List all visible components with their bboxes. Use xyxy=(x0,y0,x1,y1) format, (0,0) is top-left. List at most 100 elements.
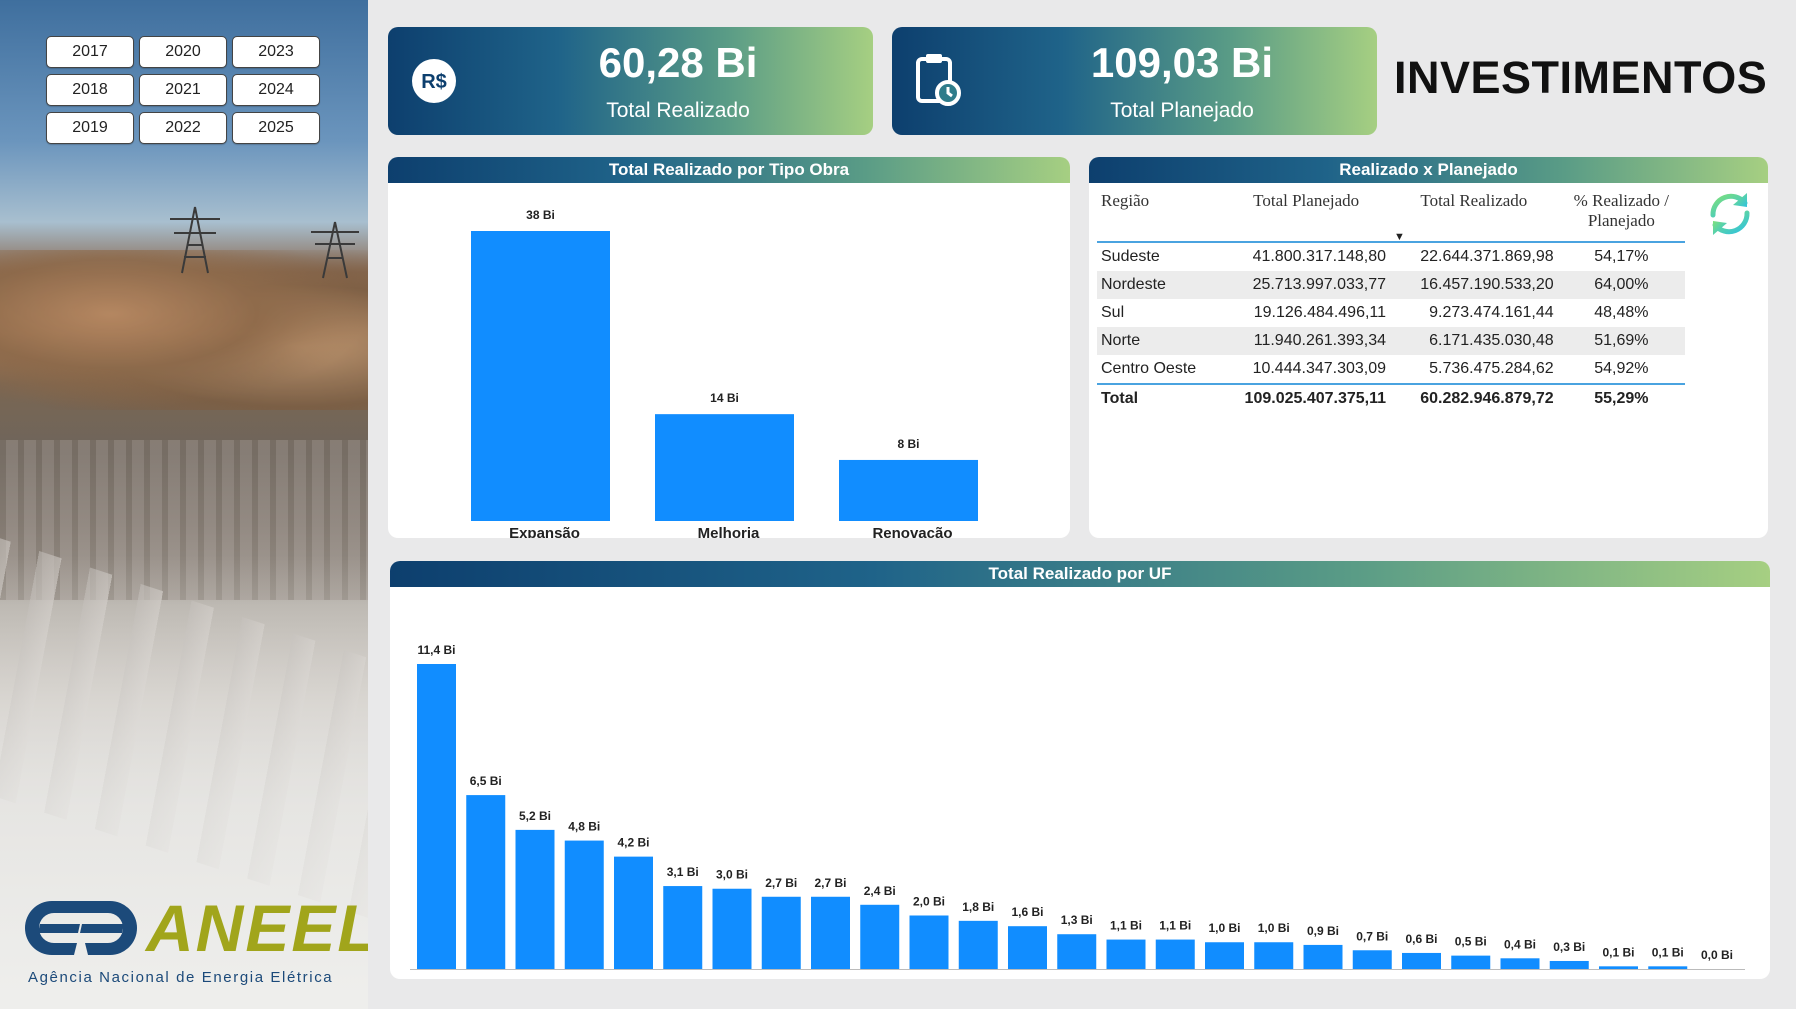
category-label: PB xyxy=(1411,978,1432,979)
category-label: MG xyxy=(523,978,547,979)
regiao-cell: Centro Oeste xyxy=(1101,360,1197,377)
percent-cell: 48,48% xyxy=(1594,304,1649,321)
column-header-total-realizado[interactable]: Total Realizado ▼ xyxy=(1390,191,1558,243)
bar xyxy=(761,896,801,969)
table-panel-realizado-planejado: Realizado x Planejado Região Total Plane… xyxy=(1089,157,1768,538)
category-label: TO xyxy=(1214,978,1235,979)
photo-fade-overlay xyxy=(0,0,368,1009)
year-button-2021[interactable]: 2021 xyxy=(139,74,227,106)
category-label: PI xyxy=(1365,978,1379,979)
data-label: 11,4 Bi xyxy=(417,643,455,657)
sort-descending-icon[interactable]: ▼ xyxy=(1394,231,1405,243)
total-planejado-cell: 10.444.347.303,09 xyxy=(1252,360,1387,377)
category-label: SC xyxy=(919,978,940,979)
category-label: RO xyxy=(1263,978,1286,979)
bar xyxy=(1254,942,1294,969)
refresh-icon[interactable] xyxy=(1701,185,1759,243)
total-realizado-cell: 22.644.371.869,98 xyxy=(1420,248,1554,265)
table-row[interactable]: Sul 19.126.484.496,11 9.273.474.161,44 48,4… xyxy=(1097,299,1685,327)
table-row[interactable]: Sudeste 41.800.317.148,80 22.644.371.869,9… xyxy=(1097,242,1685,271)
year-button-2017[interactable]: 2017 xyxy=(46,36,134,68)
column-header-percent[interactable]: % Realizado / Planejado xyxy=(1557,191,1685,243)
bar-chart-tipo-obra: 38 Bi Expansão 14 Bi Melhoria 8 Bi Renovação xyxy=(471,208,978,538)
data-label: 3,0 Bi xyxy=(716,868,748,882)
category-label: SP xyxy=(426,978,446,979)
data-label: 4,8 Bi xyxy=(568,820,600,834)
data-label: 0,1 Bi xyxy=(1602,945,1634,959)
currency-real-icon: R$ xyxy=(412,59,456,103)
total-realizado-cell: 5.736.475.284,62 xyxy=(1429,360,1554,377)
bar xyxy=(1155,939,1195,969)
bar xyxy=(1500,958,1540,969)
category-label: RN xyxy=(1115,978,1137,979)
category-label: PE xyxy=(870,978,890,979)
total-realizado-cell: 6.171.435.030,48 xyxy=(1390,327,1558,355)
percent-cell: 64,00% xyxy=(1557,271,1685,299)
category-label: Expansão xyxy=(509,525,580,538)
table-row[interactable]: Centro Oeste 10.444.347.303,09 5.736.475.2… xyxy=(1097,355,1685,384)
bar xyxy=(1451,955,1491,969)
percent-cell: 54,92% xyxy=(1594,360,1649,377)
category-label: BA xyxy=(475,978,497,979)
bar xyxy=(1205,942,1244,969)
data-label: 0,3 Bi xyxy=(1553,940,1585,954)
regiao-cell: Sul xyxy=(1101,304,1125,321)
bar xyxy=(1648,966,1688,969)
bar xyxy=(614,856,653,969)
bar xyxy=(1549,960,1589,969)
year-button-2018[interactable]: 2018 xyxy=(46,74,134,106)
category-label: GO xyxy=(967,978,991,979)
regiao-cell: Total xyxy=(1097,383,1223,413)
chart-panel-uf: Total Realizado por UF 11,4 Bi SP 6,5 Bi BA… xyxy=(390,561,1770,979)
data-label: 3,1 Bi xyxy=(667,865,699,879)
data-label: 1,8 Bi xyxy=(962,900,994,914)
bar xyxy=(1303,944,1343,969)
data-label: 1,1 Bi xyxy=(1110,919,1142,933)
table-row[interactable]: Nordeste 25.713.997.033,77 16.457.190.533,… xyxy=(1097,271,1685,299)
bar xyxy=(663,886,703,969)
data-label: 5,2 Bi xyxy=(519,809,551,823)
bar xyxy=(1106,939,1146,969)
aneel-emblem-icon xyxy=(24,901,138,955)
data-label: 2,7 Bi xyxy=(814,876,846,890)
column-header-total-planejado[interactable]: Total Planejado xyxy=(1222,191,1391,243)
data-label: 1,0 Bi xyxy=(1258,921,1290,935)
data-label: 2,7 Bi xyxy=(765,876,797,890)
data-label: 0,7 Bi xyxy=(1356,929,1388,943)
data-label: 1,6 Bi xyxy=(1011,905,1043,919)
bar-chart-uf: 11,4 Bi SP 6,5 Bi BA 5,2 Bi MG 4,8 Bi RJ 4,2 Bi R… xyxy=(410,643,1745,979)
background-photo-panel: 2017 2020 2023 2018 2021 2024 2019 2022 … xyxy=(0,0,368,1009)
year-button-2019[interactable]: 2019 xyxy=(46,112,134,144)
data-label: 2,4 Bi xyxy=(864,884,896,898)
bar xyxy=(839,459,978,521)
column-header-regiao[interactable]: Região xyxy=(1097,191,1223,243)
data-label: 1,1 Bi xyxy=(1159,919,1191,933)
panel-header: Total Realizado por UF xyxy=(390,561,1770,587)
data-label: 1,0 Bi xyxy=(1208,921,1240,935)
data-label: 38 Bi xyxy=(526,208,555,222)
total-planejado-cell: 19.126.484.496,11 xyxy=(1253,304,1387,321)
year-button-2022[interactable]: 2022 xyxy=(139,112,227,144)
data-label: 8 Bi xyxy=(897,437,919,451)
category-label: Renovação xyxy=(872,525,952,538)
category-label: SE xyxy=(1510,978,1530,979)
data-label: 0,9 Bi xyxy=(1307,924,1339,938)
kpi-card-total-planejado: 109,03 Bi Total Planejado xyxy=(892,27,1377,135)
bar xyxy=(1008,926,1047,969)
year-button-2020[interactable]: 2020 xyxy=(139,36,227,68)
year-button-2025[interactable]: 2025 xyxy=(232,112,320,144)
kpi-value: 109,03 Bi xyxy=(1090,39,1274,86)
data-label: 0,1 Bi xyxy=(1652,945,1684,959)
category-label: AP xyxy=(1707,978,1728,979)
aneel-wordmark: ANEEL xyxy=(146,891,368,965)
category-label: PA xyxy=(722,978,742,979)
year-button-2024[interactable]: 2024 xyxy=(232,74,320,106)
svg-text:R$: R$ xyxy=(421,71,447,93)
category-label: DF xyxy=(1609,978,1629,979)
year-button-2023[interactable]: 2023 xyxy=(232,36,320,68)
bar xyxy=(860,904,900,969)
percent-cell: 55,29% xyxy=(1557,383,1685,413)
data-label: 0,5 Bi xyxy=(1455,935,1487,949)
total-planejado-cell: 11.940.261.393,34 xyxy=(1222,327,1391,355)
table-row[interactable]: Norte 11.940.261.393,34 6.171.435.030,48 51… xyxy=(1097,327,1685,355)
